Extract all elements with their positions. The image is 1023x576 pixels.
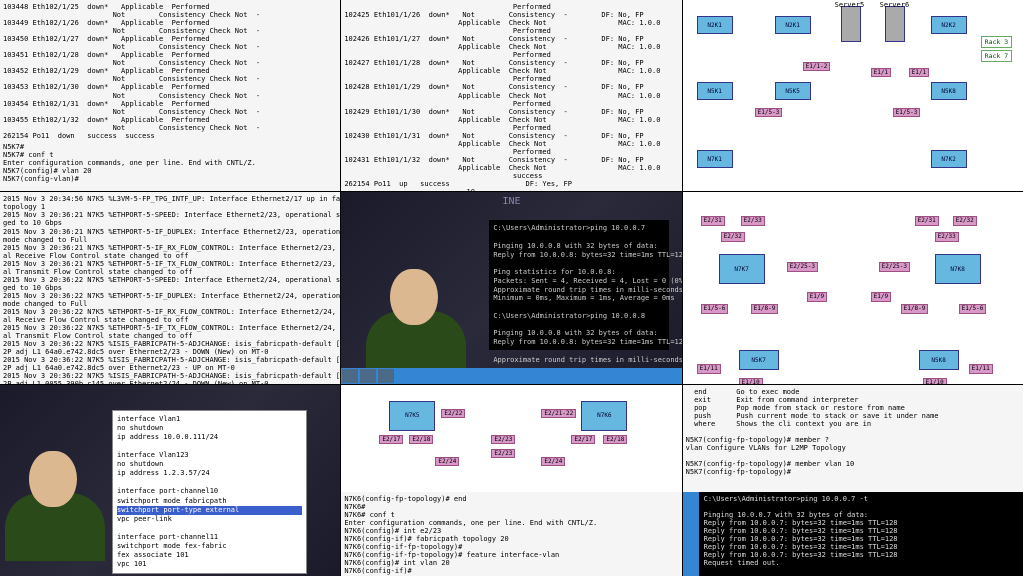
presenter-config-popup: interface Vlan1 no shutdown ip address 1… [0, 385, 340, 576]
interface-table: 103448 Eth102/1/25 down* Applicable Perf… [3, 3, 337, 143]
topology-overview[interactable]: N2K1 N2K1 Server5 Server6 N2K2 Rack 3 Ra… [683, 0, 1023, 191]
rack-badge: Rack 7 [981, 50, 1012, 62]
node-n2k1[interactable]: N2K1 [697, 16, 733, 34]
topology-strip[interactable]: N7K5 N7K6 E2/17 E2/18 E2/22 E2/21-22 E2/… [341, 385, 681, 492]
node-n5k5[interactable]: N5K5 [775, 82, 811, 100]
cli-n7k6[interactable]: N7K6(config-fp-topology)# endN7K6#N7K6# … [341, 492, 681, 576]
node-n7k6[interactable]: N7K6 [581, 401, 627, 431]
presenter [366, 259, 466, 379]
syslog-panel[interactable]: 2015 Nov 3 20:34:56 N7K5 %L3VM-5-FP_TPG_… [0, 192, 340, 383]
node-server5[interactable] [841, 6, 861, 42]
node-n5k8[interactable]: N5K8 [919, 350, 959, 370]
cmd-ping-window[interactable]: C:\Users\Administrator>ping 10.0.0.7 -t … [683, 492, 1023, 576]
cli-block[interactable]: N5K7#N5K7# conf tEnter configuration com… [3, 143, 337, 183]
node-n7k2[interactable]: N7K2 [931, 150, 967, 168]
taskbar[interactable] [341, 368, 681, 384]
node-n7k7[interactable]: N7K7 [719, 254, 765, 284]
help-and-ping: end Go to exec mode exit Exit from comma… [683, 385, 1023, 576]
node-n7k8[interactable]: N7K8 [935, 254, 981, 284]
node-n7k1[interactable]: N7K1 [697, 150, 733, 168]
presenter [5, 441, 105, 561]
node-n7k5[interactable]: N7K5 [389, 401, 435, 431]
cli-help[interactable]: end Go to exec mode exit Exit from comma… [683, 385, 1023, 492]
node-n2k1b[interactable]: N2K1 [775, 16, 811, 34]
rack-badge: Rack 3 [981, 36, 1012, 48]
node-n2k2[interactable]: N2K2 [931, 16, 967, 34]
presenter-screenshare: INE C:\Users\Administrator>ping 10.0.0.7… [341, 192, 681, 383]
start-icon[interactable] [342, 369, 358, 383]
taskbar-app[interactable] [378, 369, 394, 383]
cmd-window[interactable]: C:\Users\Administrator>ping 10.0.0.7 Pin… [489, 220, 669, 350]
fabricpath-topology[interactable]: N7K7 N7K8 N5K7 N5K8 E2/31 E2/33 E2/32 E2… [683, 192, 1023, 383]
interface-status-panel-1: 103448 Eth102/1/25 down* Applicable Perf… [0, 0, 340, 191]
node-n5k7[interactable]: N5K7 [739, 350, 779, 370]
config-popup[interactable]: interface Vlan1 no shutdown ip address 1… [112, 410, 307, 575]
node-server6[interactable] [885, 6, 905, 42]
taskbar-app[interactable] [360, 369, 376, 383]
interface-table: Performed102425 Eth101/1/26 down* Not Co… [344, 3, 678, 191]
node-n5k8[interactable]: N5K8 [931, 82, 967, 100]
topo-and-cli: N7K5 N7K6 E2/17 E2/18 E2/22 E2/21-22 E2/… [341, 385, 681, 576]
brand: INE [502, 196, 520, 207]
interface-status-panel-2: Performed102425 Eth101/1/26 down* Not Co… [341, 0, 681, 191]
node-n5k1[interactable]: N5K1 [697, 82, 733, 100]
